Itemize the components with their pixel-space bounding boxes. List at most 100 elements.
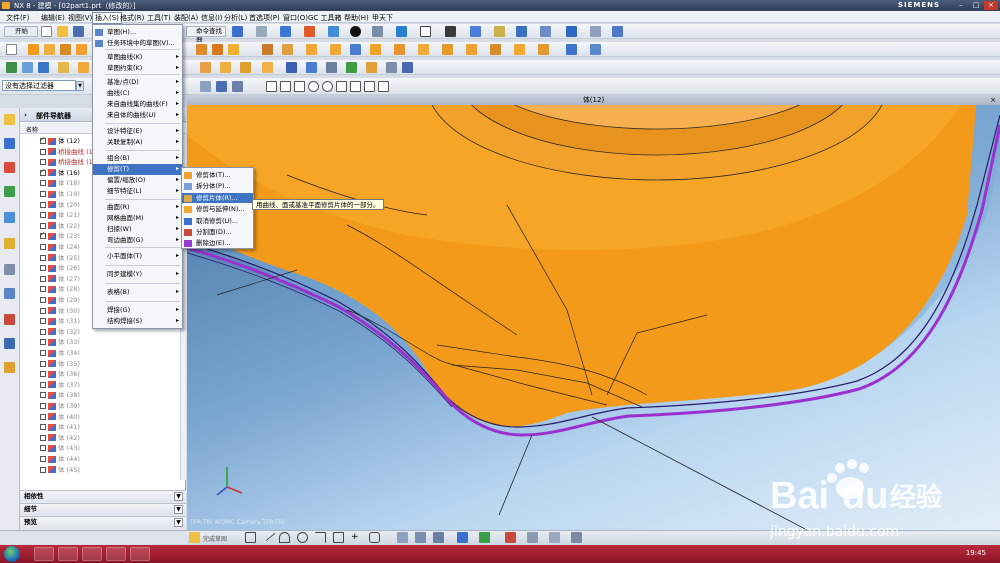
assembly-tab-icon[interactable]: [4, 138, 15, 149]
shaded-icon[interactable]: [328, 26, 339, 37]
open-folder-icon[interactable]: [57, 26, 68, 37]
navigator-row[interactable]: 体 (31): [40, 315, 80, 326]
visibility-checkbox[interactable]: [40, 318, 46, 325]
profile-icon[interactable]: [245, 532, 256, 543]
snap-point-icon-2[interactable]: [216, 81, 227, 92]
navigator-tab-icon[interactable]: [4, 114, 15, 125]
visibility-checkbox[interactable]: [40, 191, 46, 197]
constraint-tab-icon[interactable]: [4, 162, 15, 173]
curve-icon-1[interactable]: [566, 44, 577, 55]
trim-menu-item[interactable]: 拆分体(P)...: [182, 181, 253, 192]
navigator-row[interactable]: 桥接曲线 (14): [40, 156, 99, 167]
navigator-row[interactable]: 体 (37): [40, 379, 80, 390]
insert-menu-item[interactable]: 曲线(C) ▸: [93, 88, 182, 99]
offset-icon[interactable]: [370, 44, 381, 55]
insert-menu-item[interactable]: 网格曲面(M) ▸: [93, 213, 182, 224]
tool-icon-6[interactable]: [590, 26, 601, 37]
snap-point-icon-3[interactable]: [232, 81, 243, 92]
menu-assembly[interactable]: 装配(A): [174, 13, 198, 23]
mesh-icon-3[interactable]: [240, 62, 251, 73]
curve-icon-2[interactable]: [590, 44, 601, 55]
snap-point-icon-7[interactable]: [308, 81, 319, 92]
chevron-down-icon[interactable]: ▼: [76, 81, 84, 91]
menu-tools[interactable]: 工具(T): [147, 13, 171, 23]
taskbar-app-5[interactable]: [130, 547, 150, 561]
navigator-row[interactable]: 体 (42): [40, 432, 80, 443]
navigator-row[interactable]: 体 (38): [40, 389, 80, 400]
insert-menu-item[interactable]: 细节特征(L) ▸: [93, 186, 182, 197]
trim-menu-item[interactable]: 删除边(E)...: [182, 238, 253, 249]
navigator-row[interactable]: 体 (35): [40, 358, 80, 369]
surface-icon-6[interactable]: [514, 44, 525, 55]
minimize-button[interactable]: –: [954, 1, 968, 10]
blend-icon[interactable]: [196, 44, 207, 55]
trim-menu-item[interactable]: 修剪与延伸(N)...: [182, 204, 253, 215]
navigator-row[interactable]: 体 (36): [40, 368, 80, 379]
menu-gc-toolbox[interactable]: GC 工具箱: [308, 13, 342, 23]
web-tab-icon[interactable]: [4, 212, 15, 223]
navigator-row[interactable]: 体 (40): [40, 411, 80, 422]
extend-curve-icon[interactable]: [415, 532, 426, 543]
visibility-checkbox[interactable]: [40, 222, 46, 229]
arc-icon[interactable]: [279, 532, 290, 543]
menu-format[interactable]: 格式(R): [120, 13, 144, 23]
visibility-checkbox[interactable]: [40, 339, 46, 346]
navigator-row[interactable]: 桥接曲线 (13): [40, 146, 99, 157]
visibility-checkbox[interactable]: [40, 297, 46, 303]
tool-icon-5[interactable]: [566, 26, 577, 37]
snap-point-icon-4[interactable]: [266, 81, 277, 92]
close-button[interactable]: ×: [984, 1, 998, 10]
hole-icon[interactable]: [60, 44, 71, 55]
insert-menu-item[interactable]: 弯边曲面(G) ▸: [93, 235, 182, 246]
constraint-icon[interactable]: [479, 532, 490, 543]
surface-icon-7[interactable]: [538, 44, 549, 55]
visibility-checkbox[interactable]: [40, 350, 46, 356]
menu-info[interactable]: 信息(I): [201, 13, 223, 23]
tool-icon-4[interactable]: [540, 26, 551, 37]
navigator-row[interactable]: 体 (18): [40, 177, 80, 188]
visibility-checkbox[interactable]: [40, 328, 46, 335]
snap-point-icon-9[interactable]: [336, 81, 347, 92]
panel-details[interactable]: 细节 ▼: [20, 503, 186, 515]
navigator-row[interactable]: 体 (24): [40, 241, 80, 252]
surface-icon-3[interactable]: [442, 44, 453, 55]
trim-menu-item[interactable]: 修剪体(T)...: [182, 170, 253, 181]
visibility-checkbox[interactable]: [40, 381, 46, 388]
visibility-checkbox[interactable]: [40, 244, 46, 250]
datum-icon[interactable]: [350, 44, 361, 55]
navigator-row[interactable]: 体 (32): [40, 326, 80, 337]
surface-icon-4[interactable]: [466, 44, 477, 55]
trim-menu-item[interactable]: 取消修剪(U)...: [182, 216, 253, 227]
snap-point-icon-5[interactable]: [280, 81, 291, 92]
history-tab-icon[interactable]: [4, 238, 15, 249]
visibility-checkbox[interactable]: [40, 148, 46, 155]
edit-icon-1[interactable]: [6, 62, 17, 73]
analysis-icon-2[interactable]: [306, 62, 317, 73]
visibility-checkbox[interactable]: [40, 275, 46, 282]
analysis-icon-4[interactable]: [346, 62, 357, 73]
menu-view[interactable]: 视图(V): [68, 13, 92, 23]
tool-icon-3[interactable]: [516, 26, 527, 37]
menu-insert[interactable]: 插入(S): [92, 12, 122, 24]
visibility-checkbox[interactable]: [40, 307, 46, 314]
visibility-checkbox[interactable]: [40, 159, 46, 166]
revolve-icon[interactable]: [44, 44, 55, 55]
insert-menu-item[interactable]: 设计特征(E) ▸: [93, 126, 182, 137]
new-file-icon[interactable]: [41, 26, 52, 37]
start-button[interactable]: 开始: [4, 26, 38, 37]
mesh-icon-1[interactable]: [200, 62, 211, 73]
navigator-row[interactable]: 体 (27): [40, 273, 80, 284]
edit-icon-4[interactable]: [58, 62, 69, 73]
palette-tab-icon[interactable]: [4, 314, 15, 325]
navigator-row[interactable]: 体 (21): [40, 209, 80, 220]
taskbar-app-4[interactable]: [106, 547, 126, 561]
edit-icon-5[interactable]: [78, 62, 89, 73]
view-icon[interactable]: [396, 26, 407, 37]
insert-menu-item[interactable]: 偏置/缩放(O) ▸: [93, 175, 182, 186]
taskbar-app-explorer[interactable]: [34, 547, 54, 561]
point-icon[interactable]: +: [351, 532, 359, 542]
snap-point-icon-1[interactable]: [200, 81, 211, 92]
dimension-icon[interactable]: [457, 532, 468, 543]
navigator-row[interactable]: 体 (29): [40, 294, 80, 305]
visibility-checkbox[interactable]: [40, 212, 46, 219]
